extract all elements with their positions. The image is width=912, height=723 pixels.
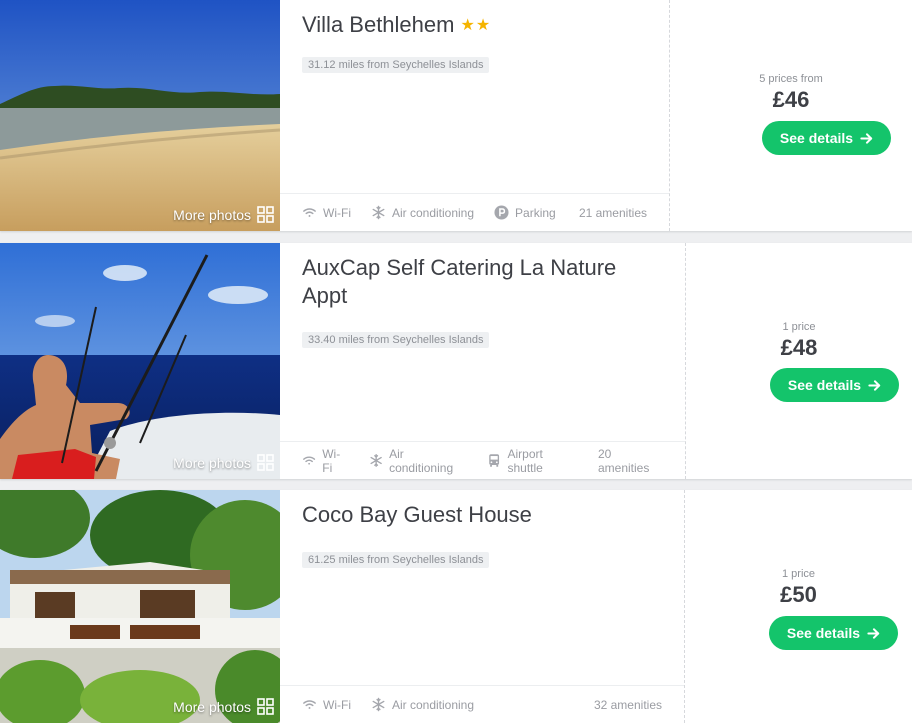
amenity-label: Parking bbox=[515, 205, 556, 220]
amenity-air-conditioning: Air conditioning bbox=[369, 447, 467, 475]
see-details-label: See details bbox=[779, 130, 854, 146]
amenities-bar: Wi-Fi Air conditioning Parking 21 amenit… bbox=[280, 193, 669, 231]
parking-icon bbox=[494, 205, 509, 220]
snowflake-icon bbox=[372, 697, 385, 712]
amenity-count-link[interactable]: 21 amenities bbox=[579, 206, 647, 220]
price-panel: 5 prices from £46 See details bbox=[670, 0, 912, 231]
hotel-name: Coco Bay Guest House bbox=[302, 502, 532, 527]
listing-info: Coco Bay Guest House 61.25 miles from Se… bbox=[280, 490, 685, 723]
listing-card: More photos AuxCap Self Catering La Natu… bbox=[0, 243, 912, 479]
arrow-right-icon bbox=[868, 379, 881, 391]
arrow-right-icon bbox=[867, 627, 880, 639]
distance-badge: 31.12 miles from Seychelles Islands bbox=[302, 57, 490, 73]
amenity-wifi: Wi-Fi bbox=[302, 697, 351, 712]
arrow-right-icon bbox=[860, 132, 873, 144]
more-photos-label: More photos bbox=[173, 206, 251, 223]
amenity-parking: Parking bbox=[494, 205, 556, 220]
more-photos-label: More photos bbox=[173, 454, 251, 471]
amenity-airport-shuttle: Airport shuttle bbox=[487, 447, 578, 475]
prices-from-label: 5 prices from bbox=[759, 73, 823, 85]
amenity-air-conditioning: Air conditioning bbox=[371, 205, 474, 220]
wifi-icon bbox=[303, 208, 316, 217]
amenity-label: Wi-Fi bbox=[323, 205, 351, 220]
wifi-icon bbox=[303, 700, 316, 709]
price-value: £48 bbox=[780, 335, 818, 360]
price-panel: 1 price £50 See details bbox=[685, 490, 912, 723]
price-panel: 1 price £48 See details bbox=[686, 243, 912, 479]
grid-icon bbox=[257, 206, 274, 223]
see-details-label: See details bbox=[787, 377, 862, 393]
hotel-name-link[interactable]: Coco Bay Guest House bbox=[302, 501, 532, 529]
prices-from-label: 1 price bbox=[782, 321, 816, 333]
see-details-label: See details bbox=[786, 625, 861, 641]
amenity-label: Wi-Fi bbox=[323, 697, 351, 712]
prices-from-label: 1 price bbox=[781, 568, 816, 580]
grid-icon bbox=[257, 698, 274, 715]
hotel-photo[interactable]: More photos bbox=[0, 0, 280, 231]
more-photos-button[interactable]: More photos bbox=[173, 206, 274, 223]
listing-info: AuxCap Self Catering La Nature Appt 33.4… bbox=[280, 243, 686, 479]
see-details-button[interactable]: See details bbox=[769, 616, 898, 650]
listing-info: Villa Bethlehem ★★ 31.12 miles from Seych… bbox=[280, 0, 670, 231]
amenities-bar: Wi-Fi Air conditioning 32 amenities bbox=[280, 685, 684, 723]
distance-badge: 33.40 miles from Seychelles Islands bbox=[302, 332, 490, 348]
wifi-icon bbox=[303, 456, 316, 465]
amenities-bar: Wi-Fi Air conditioning Airport shuttle 2… bbox=[280, 441, 685, 479]
guest-house-image bbox=[0, 490, 280, 723]
amenity-label: Air conditioning bbox=[391, 697, 475, 712]
amenity-wifi: Wi-Fi bbox=[302, 205, 351, 220]
more-photos-label: More photos bbox=[173, 698, 251, 715]
amenity-air-conditioning: Air conditioning bbox=[371, 697, 474, 712]
amenity-label: Air conditioning bbox=[389, 446, 454, 475]
price-value: £46 bbox=[772, 87, 810, 112]
hotel-name-link[interactable]: AuxCap Self Catering La Nature Appt bbox=[302, 254, 642, 310]
distance-badge: 61.25 miles from Seychelles Islands bbox=[302, 552, 490, 568]
amenity-label: Wi-Fi bbox=[322, 446, 341, 475]
listing-card: More photos Villa Bethlehem ★★ 31.12 mile… bbox=[0, 0, 912, 231]
beach-image bbox=[0, 0, 280, 231]
hotel-name: AuxCap Self Catering La Nature Appt bbox=[302, 255, 617, 308]
amenity-wifi: Wi-Fi bbox=[302, 447, 349, 475]
snowflake-icon bbox=[372, 205, 385, 220]
star-rating: ★★ bbox=[460, 17, 492, 34]
see-details-button[interactable]: See details bbox=[770, 368, 899, 402]
bus-icon bbox=[489, 454, 500, 467]
see-details-button[interactable]: See details bbox=[762, 121, 891, 155]
amenity-count-link[interactable]: 32 amenities bbox=[594, 698, 662, 712]
hotel-name-link[interactable]: Villa Bethlehem ★★ bbox=[302, 11, 491, 40]
listing-card: More photos Coco Bay Guest House 61.25 m… bbox=[0, 490, 912, 723]
price-value: £50 bbox=[780, 582, 817, 607]
grid-icon bbox=[257, 454, 274, 471]
hotel-photo[interactable]: More photos bbox=[0, 243, 280, 479]
amenity-label: Airport shuttle bbox=[507, 446, 543, 475]
fishing-image bbox=[0, 243, 280, 479]
snowflake-icon bbox=[370, 454, 382, 467]
amenity-count-link[interactable]: 20 amenities bbox=[598, 447, 663, 475]
amenity-label: Air conditioning bbox=[391, 205, 475, 220]
more-photos-button[interactable]: More photos bbox=[173, 454, 274, 471]
hotel-name: Villa Bethlehem bbox=[302, 12, 455, 37]
more-photos-button[interactable]: More photos bbox=[173, 698, 274, 715]
hotel-photo[interactable]: More photos bbox=[0, 490, 280, 723]
